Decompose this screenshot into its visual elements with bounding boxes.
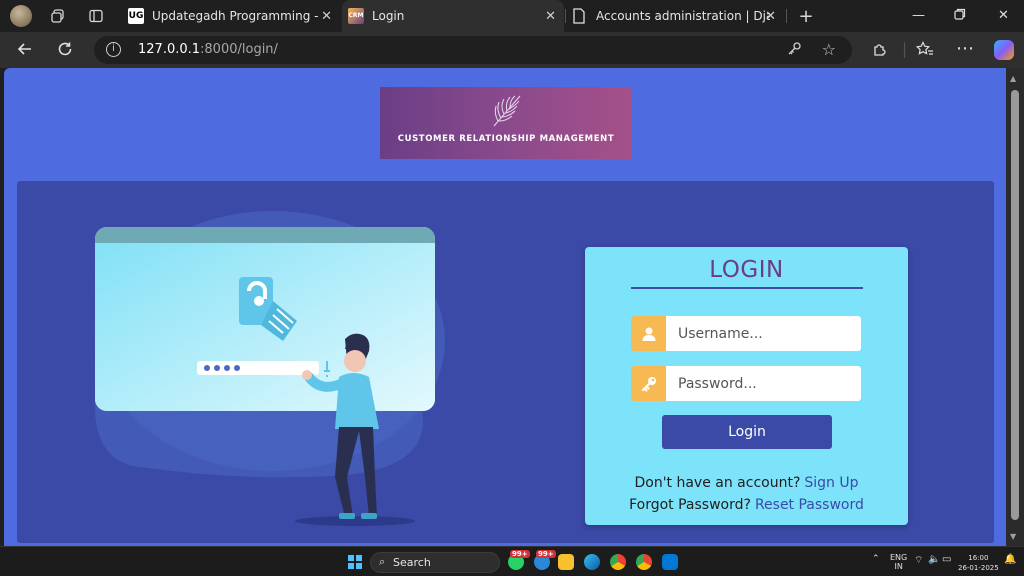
page-favicon-icon [572, 8, 588, 24]
notification-badge: 99+ [536, 550, 556, 558]
notification-badge: 99+ [510, 550, 530, 558]
password-field-group [631, 366, 861, 401]
search-label: Search [393, 556, 431, 569]
password-input[interactable] [666, 366, 861, 401]
reset-password-link[interactable]: Reset Password [755, 497, 864, 513]
signup-prompt: Don't have an account? [634, 475, 801, 491]
username-input[interactable] [666, 316, 861, 351]
chrome-profile-icon[interactable] [636, 554, 652, 570]
key-icon [631, 366, 666, 401]
edge-browser-icon[interactable] [584, 554, 600, 570]
login-title: LOGIN [709, 257, 784, 283]
restore-icon[interactable] [954, 8, 966, 24]
windows-start-icon[interactable] [348, 555, 362, 569]
signup-row: Don't have an account? Sign Up [585, 475, 908, 491]
notifications-bell-icon[interactable]: 🔔 [1004, 554, 1016, 565]
forgot-prompt: Forgot Password? [629, 497, 751, 513]
tray-overflow-icon[interactable]: ⌃ [872, 554, 880, 564]
new-tab-icon[interactable]: + [796, 6, 816, 27]
windows-taskbar: ⌕ Search 99+ 99+ ⌃ ENG IN ⌔ 🔈 ▭ 16:00 26-0… [0, 546, 1024, 576]
page-scrollbar[interactable]: ▲ ▼ [1006, 68, 1024, 546]
back-icon[interactable] [16, 40, 34, 62]
battery-icon[interactable]: ▭ [942, 554, 951, 565]
tab-updategadh[interactable]: UG Updategadh Programming - Upd ✕ [122, 0, 340, 32]
site-info-icon[interactable]: i [106, 42, 121, 57]
logo-text: CUSTOMER RELATIONSHIP MANAGEMENT [397, 134, 615, 144]
tab-divider [786, 9, 787, 23]
close-window-icon[interactable]: ✕ [998, 8, 1009, 23]
minimize-icon[interactable]: — [912, 8, 925, 23]
scroll-up-icon[interactable]: ▲ [1010, 74, 1016, 83]
search-icon: ⌕ [379, 555, 386, 568]
file-explorer-icon[interactable] [558, 554, 574, 570]
language-indicator[interactable]: ENG IN [890, 553, 907, 571]
system-clock[interactable]: 16:00 26-01-2025 [958, 553, 999, 573]
tab-title: Updategadh Programming - Upd [152, 9, 318, 23]
login-illustration [94, 211, 445, 526]
tab-actions-icon[interactable] [86, 6, 106, 26]
close-tab-icon[interactable]: ✕ [321, 9, 332, 24]
palm-leaf-icon [493, 95, 521, 127]
browser-tab-bar: UG Updategadh Programming - Upd ✕ CRM Lo… [0, 0, 1024, 32]
copilot-icon[interactable] [994, 40, 1014, 60]
login-button[interactable]: Login [662, 415, 832, 449]
more-menu-icon[interactable]: ⋯ [956, 38, 974, 59]
taskbar-search[interactable]: ⌕ Search [370, 552, 500, 573]
favorite-star-icon[interactable]: ☆ [822, 40, 836, 59]
scroll-down-icon[interactable]: ▼ [1010, 532, 1016, 541]
scroll-thumb[interactable] [1011, 90, 1019, 520]
title-underline [631, 287, 863, 289]
password-key-icon[interactable] [786, 41, 802, 61]
url-text: 127.0.0.1:8000/login/ [138, 42, 278, 57]
crm-favicon-icon: CRM [348, 8, 364, 24]
tab-django-admin[interactable]: Accounts administration | Django ✕ [566, 0, 784, 32]
tab-title: Accounts administration | Django [596, 9, 770, 23]
volume-icon[interactable]: 🔈 [928, 554, 940, 565]
main-panel: LOGIN Login Don't have an account?Sign U… [17, 181, 994, 543]
toolbar-divider: | [902, 40, 908, 58]
signup-link[interactable]: Sign Up [804, 475, 858, 491]
page-viewport: CUSTOMER RELATIONSHIP MANAGEMENT LOGIN U… [4, 68, 1006, 546]
address-toolbar: i 127.0.0.1:8000/login/ ☆ | ⋯ [0, 32, 1024, 68]
tab-login[interactable]: CRM Login ✕ [342, 0, 564, 32]
tab-title: Login [372, 9, 405, 23]
profile-avatar[interactable] [10, 5, 32, 27]
chrome-icon[interactable] [610, 554, 626, 570]
updategadh-favicon-icon: UG [128, 8, 144, 24]
close-tab-icon[interactable]: ✕ [545, 9, 556, 24]
workspaces-icon[interactable] [48, 6, 68, 26]
close-tab-icon[interactable]: ✕ [765, 9, 776, 24]
crm-logo-banner: CUSTOMER RELATIONSHIP MANAGEMENT [380, 87, 632, 159]
address-bar[interactable]: i 127.0.0.1:8000/login/ ☆ [94, 36, 852, 64]
reset-row: Forgot Password? Reset Password [585, 497, 908, 513]
wifi-icon[interactable]: ⌔ [914, 554, 923, 567]
vscode-icon[interactable] [662, 554, 678, 570]
user-icon [631, 316, 666, 351]
favorites-icon[interactable] [915, 41, 934, 61]
login-card: LOGIN Login Don't have an account?Sign U… [585, 247, 908, 525]
refresh-icon[interactable] [56, 40, 74, 62]
extensions-icon[interactable] [872, 41, 888, 61]
username-field-group [631, 316, 861, 351]
